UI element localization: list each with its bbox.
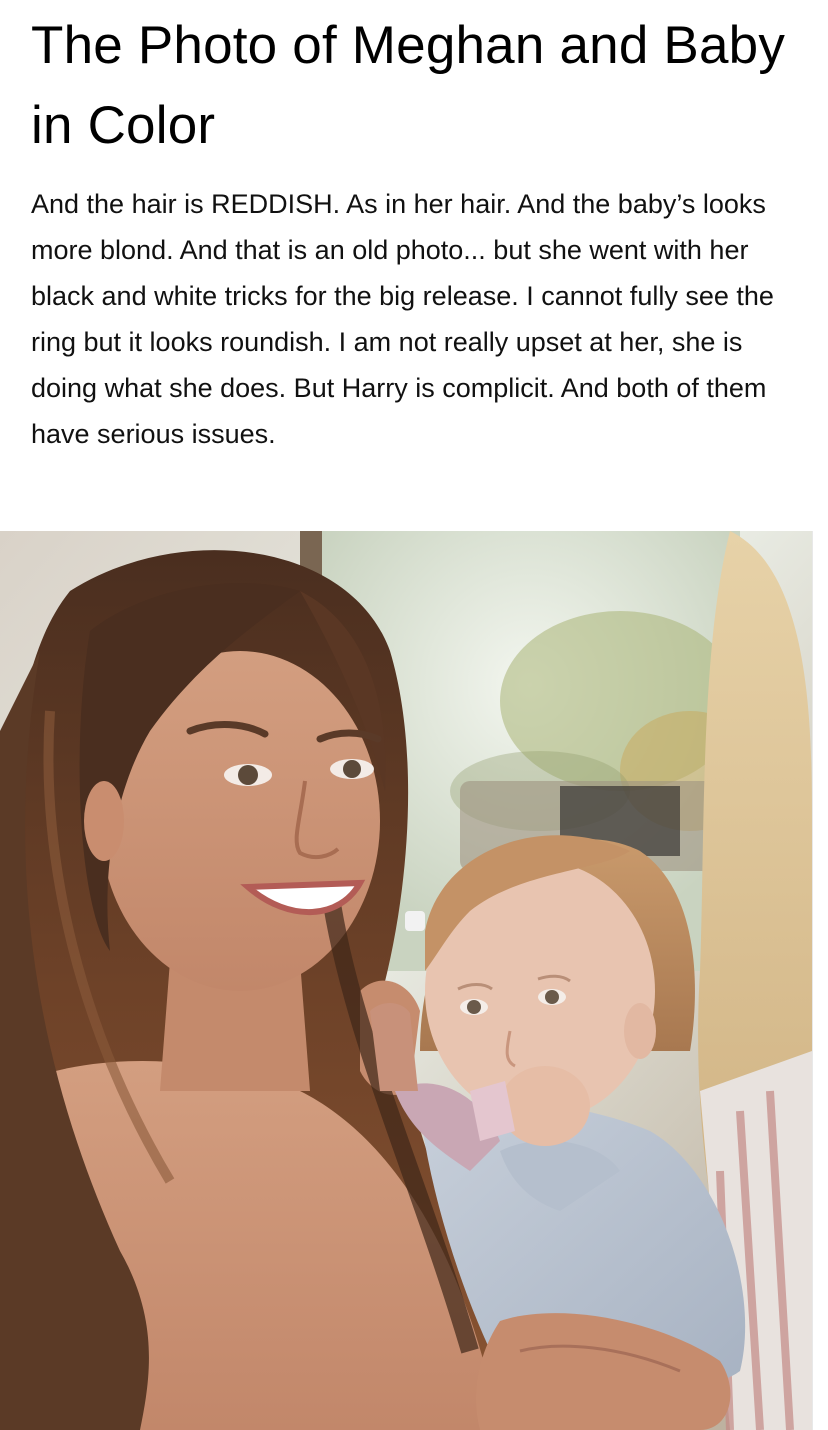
post: The Photo of Meghan and Baby in Color An… xyxy=(0,0,828,1430)
post-title: The Photo of Meghan and Baby in Color xyxy=(31,16,786,155)
post-photo xyxy=(0,531,812,1430)
post-body-text: And the hair is REDDISH. As in her hair.… xyxy=(31,189,774,449)
photo-illustration xyxy=(0,531,812,1430)
right-margin xyxy=(812,531,828,1430)
divider xyxy=(812,531,813,1430)
